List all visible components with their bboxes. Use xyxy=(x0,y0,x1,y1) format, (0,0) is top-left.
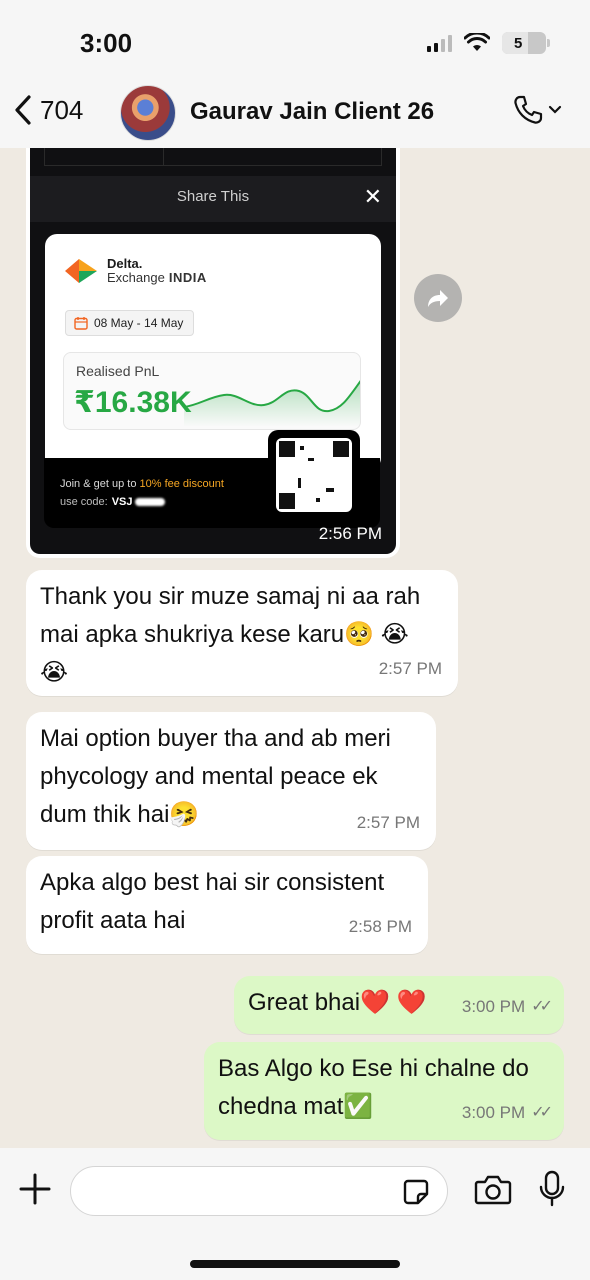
cellular-signal-icon xyxy=(427,34,452,52)
message-time: 2:58 PM xyxy=(348,917,412,936)
wifi-icon xyxy=(464,33,490,51)
promo-code: use code: VSJ xyxy=(60,496,165,508)
calendar-icon xyxy=(74,317,88,330)
battery-icon: 5 xyxy=(502,32,550,54)
brand-region: INDIA xyxy=(168,270,207,285)
message-time: 3:00 PM xyxy=(461,997,526,1016)
unread-count: 704 xyxy=(40,94,84,125)
forward-icon xyxy=(428,290,448,307)
status-time: 3:00 xyxy=(80,28,133,58)
message-time: 2:57 PM xyxy=(356,813,420,832)
mic-button[interactable] xyxy=(538,1170,566,1213)
forward-button[interactable] xyxy=(414,274,462,322)
close-icon: ✕ xyxy=(363,184,382,209)
message-bubble[interactable]: Mai option buyer tha and ab meri phycolo… xyxy=(26,712,436,850)
message-bubble[interactable]: Thank you sir muze samaj ni aa rah mai a… xyxy=(26,570,458,696)
plus-icon xyxy=(19,1173,51,1205)
message-bubble[interactable]: Bas Algo ko Ese hi chalne do chedna mat✅… xyxy=(204,1042,564,1140)
message-input[interactable] xyxy=(70,1166,448,1216)
composer-bar xyxy=(0,1148,590,1280)
message-time: 3:00 PM xyxy=(461,1103,526,1122)
avatar[interactable] xyxy=(120,85,176,141)
pnl-value: ₹16.38K xyxy=(74,386,192,419)
message-time: 2:56 PM xyxy=(318,524,382,543)
chevron-down-icon xyxy=(548,105,562,114)
message-bubble[interactable]: Great bhai❤️ ❤️ 3:00 PM ✓✓ xyxy=(234,976,564,1034)
promo-text: Join & get up to 10% fee discount xyxy=(60,478,224,490)
top-bar: 3:00 5 704 Gaurav Jain Client 26 xyxy=(0,0,590,148)
back-button[interactable]: 704 xyxy=(12,94,83,126)
pnl-box: Realised PnL ₹16.38K xyxy=(63,352,361,430)
shared-image[interactable]: Share This ✕ Delta. Exchange INDIA 08 Ma… xyxy=(30,148,396,554)
phone-icon xyxy=(514,95,543,124)
brand-sub: Exchange INDIA xyxy=(107,270,207,285)
image-message[interactable]: Share This ✕ Delta. Exchange INDIA 08 Ma… xyxy=(26,148,400,558)
pnl-sparkline xyxy=(184,380,360,427)
sticker-button[interactable] xyxy=(402,1178,430,1211)
message-bubble[interactable]: Apka algo best hai sir consistent profit… xyxy=(26,856,428,954)
camera-button[interactable] xyxy=(474,1174,512,1211)
message-time: 2:57 PM xyxy=(378,659,442,678)
contact-name[interactable]: Gaurav Jain Client 26 xyxy=(190,98,434,126)
read-receipt-icon: ✓✓ xyxy=(531,998,553,1015)
chat-area[interactable]: Share This ✕ Delta. Exchange INDIA 08 Ma… xyxy=(0,148,590,1148)
chevron-left-icon xyxy=(15,95,31,125)
share-title: Share This xyxy=(176,188,250,205)
home-indicator xyxy=(190,1260,400,1268)
read-receipt-icon: ✓✓ xyxy=(531,1104,553,1121)
sticker-icon xyxy=(403,1179,429,1205)
call-button[interactable] xyxy=(512,94,562,126)
qr-code xyxy=(268,430,360,520)
date-range: 08 May - 14 May xyxy=(94,316,184,330)
camera-icon xyxy=(474,1175,512,1205)
mic-icon xyxy=(539,1170,565,1207)
delta-logo-icon xyxy=(65,259,97,283)
status-icons: 5 xyxy=(427,32,550,54)
pnl-label: Realised PnL xyxy=(76,363,160,379)
chat-header: 704 Gaurav Jain Client 26 xyxy=(0,82,590,146)
battery-level: 5 xyxy=(514,34,523,52)
share-header: Share This ✕ xyxy=(30,176,396,222)
date-range-chip: 08 May - 14 May xyxy=(65,310,195,336)
attach-button[interactable] xyxy=(18,1172,52,1211)
brand-name: Delta. xyxy=(107,256,143,271)
